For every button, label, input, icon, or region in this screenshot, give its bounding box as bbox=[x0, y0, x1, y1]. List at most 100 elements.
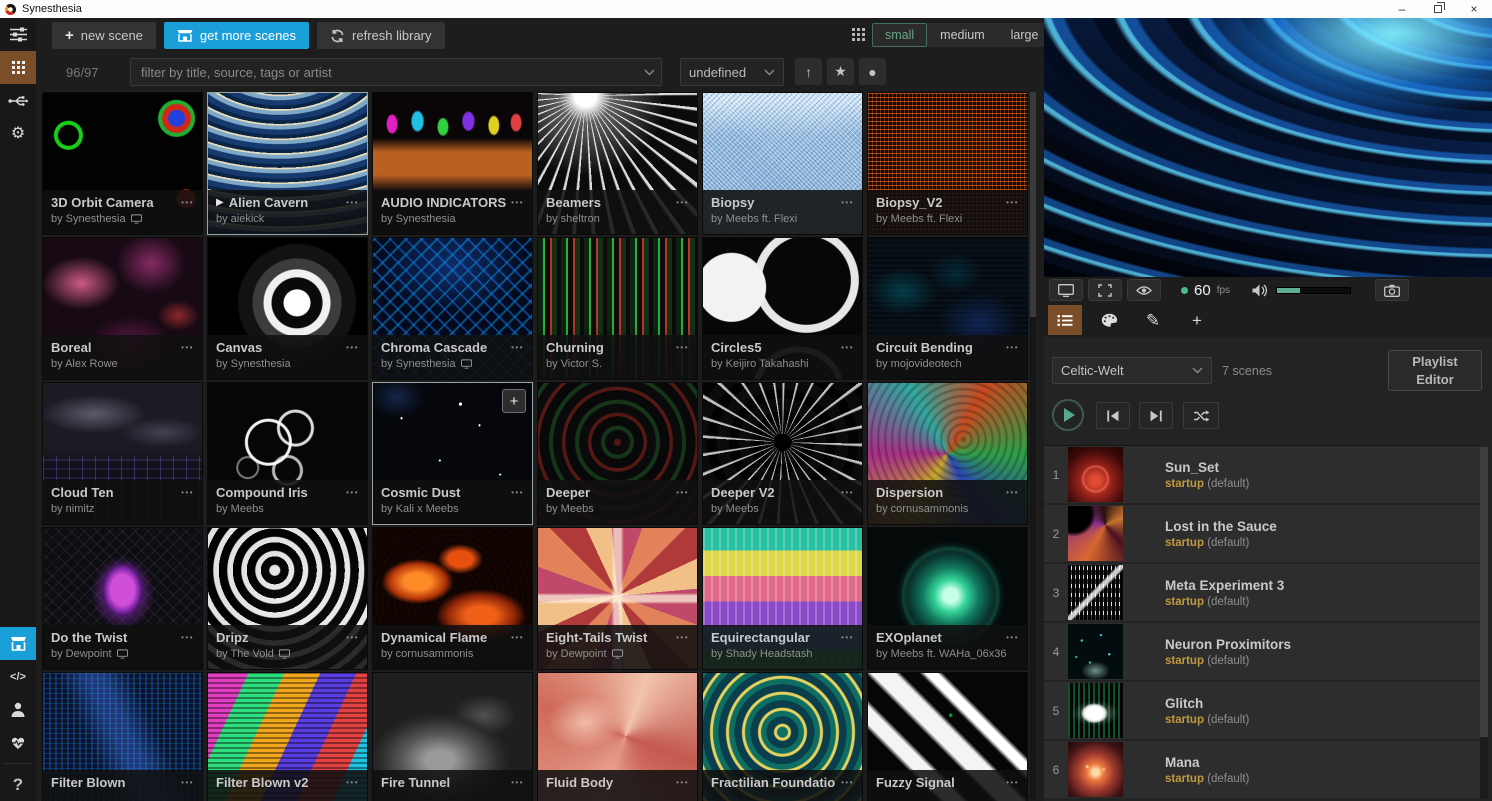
previous-scene-button[interactable] bbox=[1096, 402, 1130, 429]
scene-menu-icon[interactable]: ••• bbox=[676, 198, 689, 207]
shuffle-button[interactable] bbox=[1183, 402, 1219, 429]
scene-menu-icon[interactable]: ••• bbox=[1006, 778, 1019, 787]
volume-slider[interactable] bbox=[1276, 287, 1351, 294]
scene-tile[interactable]: Cloud Ten ••• by nimitz bbox=[42, 382, 203, 525]
playlist-item[interactable]: 4 Neuron Proximitors startup (default) bbox=[1044, 623, 1480, 680]
tab-colors[interactable] bbox=[1092, 305, 1126, 335]
scene-tile[interactable]: AUDIO INDICATORS ••• by Synesthesia bbox=[372, 92, 533, 235]
preview-visibility-button[interactable] bbox=[1127, 279, 1161, 301]
scene-menu-icon[interactable]: ••• bbox=[511, 778, 524, 787]
scene-menu-icon[interactable]: ••• bbox=[511, 488, 524, 497]
scene-menu-icon[interactable]: ••• bbox=[346, 343, 359, 352]
scene-menu-icon[interactable]: ••• bbox=[511, 198, 524, 207]
tab-add[interactable]: + bbox=[1180, 305, 1214, 335]
scene-menu-icon[interactable]: ••• bbox=[841, 343, 854, 352]
scene-tile[interactable]: Equirectangular ••• by Shady Headstash bbox=[702, 527, 863, 670]
sidebar-item-health[interactable] bbox=[0, 726, 36, 759]
close-button[interactable]: × bbox=[1456, 0, 1492, 18]
maximize-button[interactable] bbox=[1420, 0, 1456, 18]
refresh-library-button[interactable]: refresh library bbox=[317, 22, 444, 49]
playlist-item[interactable]: 2 Lost in the Sauce startup (default) bbox=[1044, 505, 1480, 562]
scene-menu-icon[interactable]: ••• bbox=[181, 198, 194, 207]
new-scene-button[interactable]: + new scene bbox=[52, 22, 156, 49]
scene-menu-icon[interactable]: ••• bbox=[346, 778, 359, 787]
scene-tile[interactable]: EXOplanet ••• by Meebs ft. WAHa_06x36 bbox=[867, 527, 1028, 670]
fullscreen-button[interactable] bbox=[1088, 279, 1122, 301]
scene-tile[interactable]: Do the Twist ••• by Dewpoint bbox=[42, 527, 203, 670]
playlist-item[interactable]: 5 Glitch startup (default) bbox=[1044, 682, 1480, 739]
get-more-scenes-button[interactable]: get more scenes bbox=[164, 22, 309, 49]
scene-menu-icon[interactable]: ••• bbox=[346, 198, 359, 207]
scene-tile[interactable]: Deeper V2 ••• by Meebs bbox=[702, 382, 863, 525]
playlist-item[interactable]: 6 Mana startup (default) bbox=[1044, 741, 1480, 798]
scene-tile[interactable]: Dispersion ••• by cornusammonis bbox=[867, 382, 1028, 525]
scene-tile[interactable]: Canvas ••• by Synesthesia bbox=[207, 237, 368, 380]
play-button[interactable] bbox=[1052, 399, 1084, 431]
scene-menu-icon[interactable]: ••• bbox=[511, 343, 524, 352]
playlist-item[interactable]: 3 Meta Experiment 3 startup (default) bbox=[1044, 564, 1480, 621]
sidebar-item-library[interactable] bbox=[0, 51, 36, 84]
size-small-button[interactable]: small bbox=[872, 23, 927, 47]
sidebar-item-help[interactable]: ? bbox=[0, 768, 36, 801]
tab-playlist[interactable] bbox=[1048, 305, 1082, 335]
scene-tile[interactable]: Fire Tunnel ••• bbox=[372, 672, 533, 801]
scene-tile[interactable]: Circles5 ••• by Keijiro Takahashi bbox=[702, 237, 863, 380]
scene-tile[interactable]: Churning ••• by Victor S. bbox=[537, 237, 698, 380]
favorites-filter-button[interactable]: ★ bbox=[827, 58, 854, 85]
scene-menu-icon[interactable]: ••• bbox=[841, 198, 854, 207]
output-display-button[interactable] bbox=[1049, 279, 1083, 301]
sidebar-item-store[interactable] bbox=[0, 627, 36, 660]
scene-tile[interactable]: Circuit Bending ••• by mojovideotech bbox=[867, 237, 1028, 380]
scene-menu-icon[interactable]: ••• bbox=[181, 633, 194, 642]
scene-tile[interactable]: Compound Iris ••• by Meebs bbox=[207, 382, 368, 525]
scene-tile[interactable]: Dripz ••• by The Vold bbox=[207, 527, 368, 670]
scene-menu-icon[interactable]: ••• bbox=[1006, 198, 1019, 207]
scene-tile[interactable]: Dynamical Flame ••• by cornusammonis bbox=[372, 527, 533, 670]
scene-menu-icon[interactable]: ••• bbox=[841, 778, 854, 787]
scene-menu-icon[interactable]: ••• bbox=[676, 343, 689, 352]
scene-menu-icon[interactable]: ••• bbox=[1006, 343, 1019, 352]
scene-menu-icon[interactable]: ••• bbox=[1006, 633, 1019, 642]
scene-tile[interactable]: ▶ Alien Cavern ••• by aiekick bbox=[207, 92, 368, 235]
scene-tile[interactable]: Fluid Body ••• bbox=[537, 672, 698, 801]
scene-menu-icon[interactable]: ••• bbox=[346, 633, 359, 642]
library-scrollbar[interactable] bbox=[1030, 92, 1036, 799]
playlist-select[interactable]: Celtic-Welt bbox=[1052, 357, 1212, 384]
scene-menu-icon[interactable]: ••• bbox=[511, 633, 524, 642]
tab-edit[interactable]: ✎ bbox=[1136, 305, 1170, 335]
next-scene-button[interactable] bbox=[1139, 402, 1173, 429]
minimize-button[interactable]: – bbox=[1384, 0, 1420, 18]
sort-order-button[interactable]: ↑ bbox=[795, 58, 822, 85]
scene-menu-icon[interactable]: ••• bbox=[346, 488, 359, 497]
add-scene-button[interactable]: + bbox=[502, 389, 526, 413]
scene-tile[interactable]: Eight-Tails Twist ••• by Dewpoint bbox=[537, 527, 698, 670]
scene-tile[interactable]: Fractilian Foundation ••• bbox=[702, 672, 863, 801]
sidebar-item-controls[interactable] bbox=[0, 18, 36, 51]
tag-filter-select[interactable]: undefined bbox=[680, 58, 784, 86]
sidebar-item-midi[interactable] bbox=[0, 84, 36, 117]
scene-tile[interactable]: Fuzzy Signal ••• bbox=[867, 672, 1028, 801]
scene-menu-icon[interactable]: ••• bbox=[676, 778, 689, 787]
scene-menu-icon[interactable]: ••• bbox=[181, 343, 194, 352]
scene-tile[interactable]: Boreal ••• by Alex Rowe bbox=[42, 237, 203, 380]
search-input[interactable] bbox=[130, 58, 662, 86]
playlist-scrollbar[interactable] bbox=[1480, 447, 1488, 799]
scene-tile[interactable]: Chroma Cascade ••• by Synesthesia bbox=[372, 237, 533, 380]
scene-tile[interactable]: Filter Blown v2 ••• bbox=[207, 672, 368, 801]
scene-menu-icon[interactable]: ••• bbox=[181, 488, 194, 497]
scene-tile[interactable]: Biopsy ••• by Meebs ft. Flexi bbox=[702, 92, 863, 235]
scene-menu-icon[interactable]: ••• bbox=[676, 633, 689, 642]
scene-menu-icon[interactable]: ••• bbox=[676, 488, 689, 497]
sidebar-item-settings[interactable]: ⚙ bbox=[0, 117, 36, 150]
scene-tile[interactable]: Deeper ••• by Meebs bbox=[537, 382, 698, 525]
scene-menu-icon[interactable]: ••• bbox=[841, 488, 854, 497]
playlist-editor-button[interactable]: Playlist Editor bbox=[1388, 350, 1482, 391]
size-medium-button[interactable]: medium bbox=[927, 23, 997, 47]
scene-tile[interactable]: 3D Orbit Camera ••• by Synesthesia bbox=[42, 92, 203, 235]
scene-tile[interactable]: + Cosmic Dust ••• by Kali x Meebs bbox=[372, 382, 533, 525]
circle-filter-button[interactable]: ● bbox=[859, 58, 886, 85]
scene-menu-icon[interactable]: ••• bbox=[1006, 488, 1019, 497]
screenshot-button[interactable] bbox=[1375, 279, 1409, 301]
scene-tile[interactable]: Biopsy_V2 ••• by Meebs ft. Flexi bbox=[867, 92, 1028, 235]
scene-menu-icon[interactable]: ••• bbox=[841, 633, 854, 642]
